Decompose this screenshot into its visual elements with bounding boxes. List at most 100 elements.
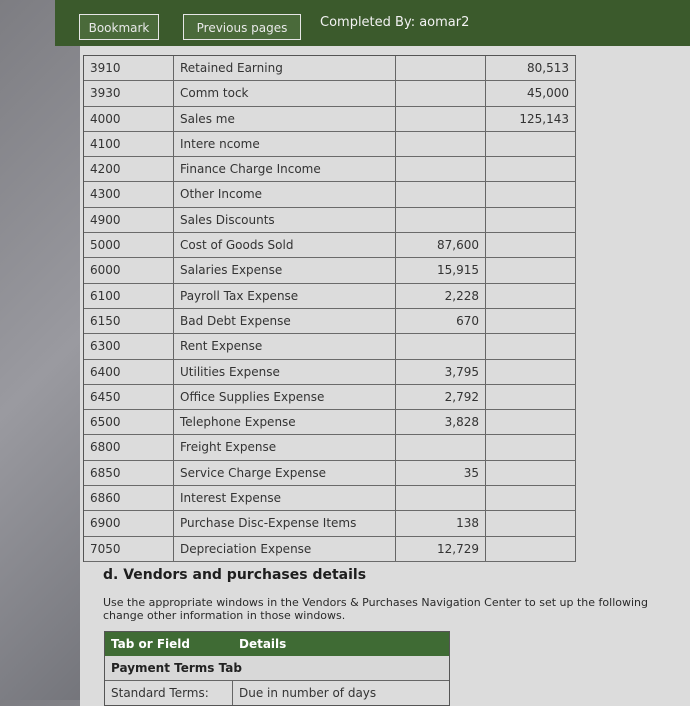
- debit-amount: [396, 157, 486, 182]
- credit-amount: [486, 233, 576, 258]
- debit-amount: [396, 486, 486, 511]
- credit-amount: [486, 131, 576, 157]
- account-name: Office Supplies Expense: [174, 384, 396, 410]
- account-name: Cost of Goods Sold: [174, 233, 396, 258]
- ledger-row: 7050 Depreciation Expense 12,729: [84, 536, 576, 562]
- ledger-row: 6150 Bad Debt Expense 670: [84, 308, 576, 335]
- ledger-row: 6900 Purchase Disc-Expense Items 138: [84, 511, 576, 537]
- account-number: 7050: [84, 536, 174, 561]
- account-number: 3910: [84, 56, 174, 81]
- ledger-row: 3910 Retained Earning 80,513: [84, 56, 576, 82]
- account-number: 6400: [84, 359, 174, 384]
- previous-pages-button[interactable]: Previous pages: [183, 14, 301, 40]
- debit-amount: [396, 334, 486, 359]
- credit-amount: [486, 435, 576, 460]
- ledger-row: 4100 Intere ncome: [84, 131, 576, 158]
- ledger-row: 3930 Comm tock 45,000: [84, 81, 576, 107]
- account-number: 6300: [84, 334, 174, 359]
- account-number: 4300: [84, 182, 174, 207]
- account-name: Utilities Expense: [174, 359, 396, 384]
- account-name: Finance Charge Income: [174, 157, 396, 182]
- debit-amount: [396, 131, 486, 157]
- debit-amount: [396, 435, 486, 460]
- bookmark-button[interactable]: Bookmark: [79, 14, 159, 40]
- account-number: 6900: [84, 511, 174, 536]
- account-name: Rent Expense: [174, 334, 396, 359]
- credit-amount: [486, 486, 576, 511]
- account-number: 6450: [84, 384, 174, 410]
- completed-by-label: Completed By: aomar2: [320, 15, 470, 30]
- details-row: Standard Terms: Due in number of days: [105, 681, 449, 705]
- ledger-row: 6000 Salaries Expense 15,915: [84, 258, 576, 284]
- debit-amount: 3,795: [396, 359, 486, 384]
- ledger-row: 6300 Rent Expense: [84, 334, 576, 360]
- ledger-row: 6850 Service Charge Expense 35: [84, 460, 576, 487]
- debit-amount: 2,792: [396, 384, 486, 410]
- credit-amount: [486, 157, 576, 182]
- account-number: 6150: [84, 308, 174, 334]
- debit-amount: [396, 207, 486, 233]
- credit-amount: [486, 384, 576, 410]
- credit-amount: [486, 258, 576, 283]
- section-title: d. Vendors and purchases details: [103, 567, 367, 583]
- account-number: 6860: [84, 486, 174, 511]
- debit-amount: [396, 106, 486, 131]
- ledger-row: 5000 Cost of Goods Sold 87,600: [84, 233, 576, 259]
- ledger-row: 6100 Payroll Tax Expense 2,228: [84, 283, 576, 309]
- ledger-row: 4000 Sales me 125,143: [84, 106, 576, 132]
- details-table: Tab or Field Details Payment Terms Tab S…: [104, 631, 450, 706]
- credit-amount: [486, 182, 576, 207]
- details-header-details: Details: [239, 637, 287, 651]
- section-instructions: Use the appropriate windows in the Vendo…: [103, 596, 648, 622]
- debit-amount: 3,828: [396, 410, 486, 435]
- debit-amount: [396, 56, 486, 81]
- credit-amount: [486, 207, 576, 233]
- ledger-row: 6400 Utilities Expense 3,795: [84, 359, 576, 385]
- details-row-value: Due in number of days: [239, 686, 377, 700]
- credit-amount: 80,513: [486, 56, 576, 81]
- ledger-row: 6800 Freight Expense: [84, 435, 576, 461]
- details-header-field: Tab or Field: [111, 637, 190, 651]
- debit-amount: 87,600: [396, 233, 486, 258]
- debit-amount: 15,915: [396, 258, 486, 283]
- account-name: Salaries Expense: [174, 258, 396, 283]
- account-number: 6000: [84, 258, 174, 283]
- details-row-field: Standard Terms:: [105, 681, 233, 705]
- credit-amount: 125,143: [486, 106, 576, 131]
- account-number: 4200: [84, 157, 174, 182]
- account-number: 6100: [84, 283, 174, 308]
- account-name: Bad Debt Expense: [174, 308, 396, 334]
- account-name: Interest Expense: [174, 486, 396, 511]
- debit-amount: 670: [396, 308, 486, 334]
- account-number: 6500: [84, 410, 174, 435]
- credit-amount: [486, 460, 576, 486]
- account-number: 6800: [84, 435, 174, 460]
- details-subheader: Payment Terms Tab: [105, 656, 449, 681]
- debit-amount: 2,228: [396, 283, 486, 308]
- debit-amount: [396, 182, 486, 207]
- account-number: 4000: [84, 106, 174, 131]
- account-name: Sales Discounts: [174, 207, 396, 233]
- details-header: Tab or Field Details: [105, 632, 449, 656]
- debit-amount: 35: [396, 460, 486, 486]
- account-name: Purchase Disc-Expense Items: [174, 511, 396, 536]
- ledger-table: 3910 Retained Earning 80,513 3930 Comm tock 4…: [83, 55, 576, 562]
- credit-amount: 45,000: [486, 81, 576, 106]
- debit-amount: 12,729: [396, 536, 486, 561]
- account-name: Freight Expense: [174, 435, 396, 460]
- account-name: Depreciation Expense: [174, 536, 396, 561]
- account-name: Retained Earning: [174, 56, 396, 81]
- credit-amount: [486, 308, 576, 334]
- credit-amount: [486, 410, 576, 435]
- ledger-row: 6860 Interest Expense: [84, 486, 576, 512]
- account-name: Payroll Tax Expense: [174, 283, 396, 308]
- ledger-row: 4300 Other Income: [84, 182, 576, 208]
- credit-amount: [486, 359, 576, 384]
- account-number: 4900: [84, 207, 174, 233]
- account-name: Telephone Expense: [174, 410, 396, 435]
- account-name: Sales me: [174, 106, 396, 131]
- credit-amount: [486, 283, 576, 308]
- account-name: Service Charge Expense: [174, 460, 396, 486]
- top-toolbar: Bookmark Previous pages Completed By: ao…: [55, 0, 690, 46]
- ledger-row: 6500 Telephone Expense 3,828: [84, 410, 576, 436]
